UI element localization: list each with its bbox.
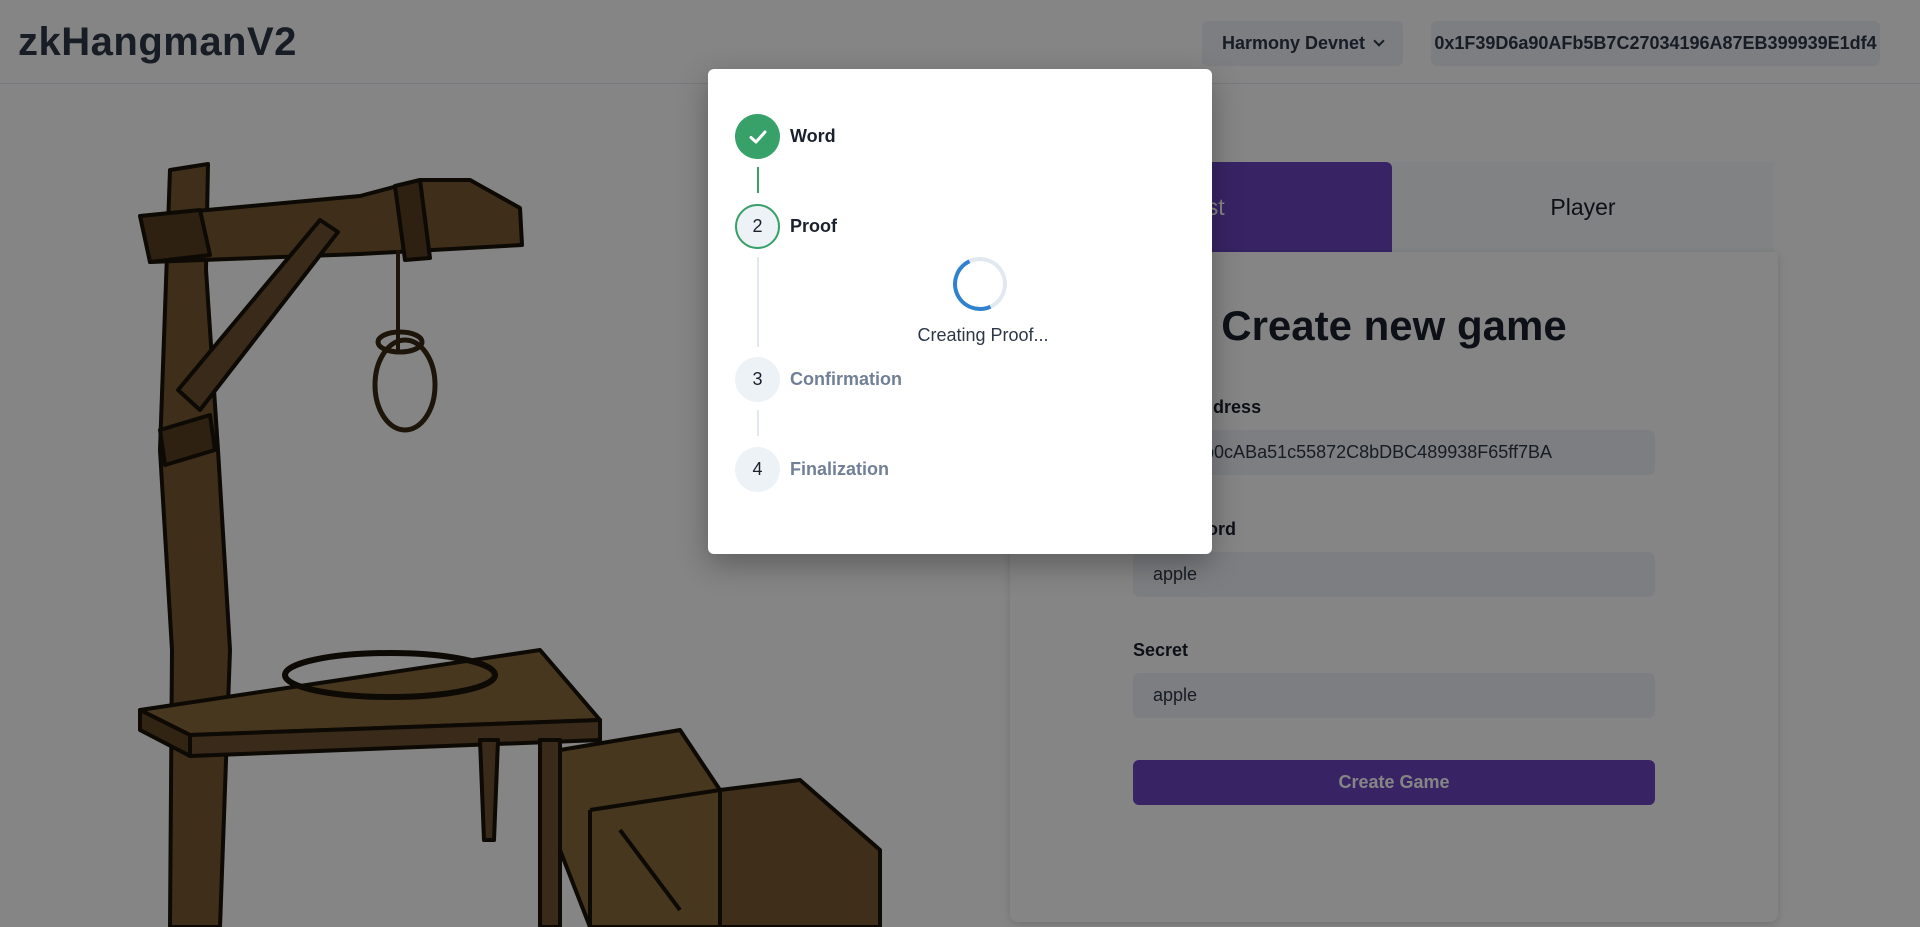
step-connector <box>757 257 759 347</box>
step-complete-check-icon <box>735 114 780 159</box>
step-label: Proof <box>790 216 837 236</box>
step-number: 4 <box>735 447 780 492</box>
status-text: Creating Proof... <box>917 325 1049 345</box>
step-number: 3 <box>735 357 780 402</box>
step-finalization: 4 Finalization <box>735 447 889 492</box>
step-connector <box>757 167 759 193</box>
step-label: Finalization <box>790 459 889 479</box>
step-connector <box>757 410 759 436</box>
progress-modal: Word 2 Proof Creating Proof... 3 Confirm… <box>708 69 1212 554</box>
step-label: Word <box>790 126 836 146</box>
step-word: Word <box>735 114 836 159</box>
step-confirmation: 3 Confirmation <box>735 357 902 402</box>
step-number: 2 <box>735 204 780 249</box>
step-label: Confirmation <box>790 369 902 389</box>
step-proof: 2 Proof <box>735 204 837 249</box>
loading-spinner-icon <box>945 249 1015 319</box>
